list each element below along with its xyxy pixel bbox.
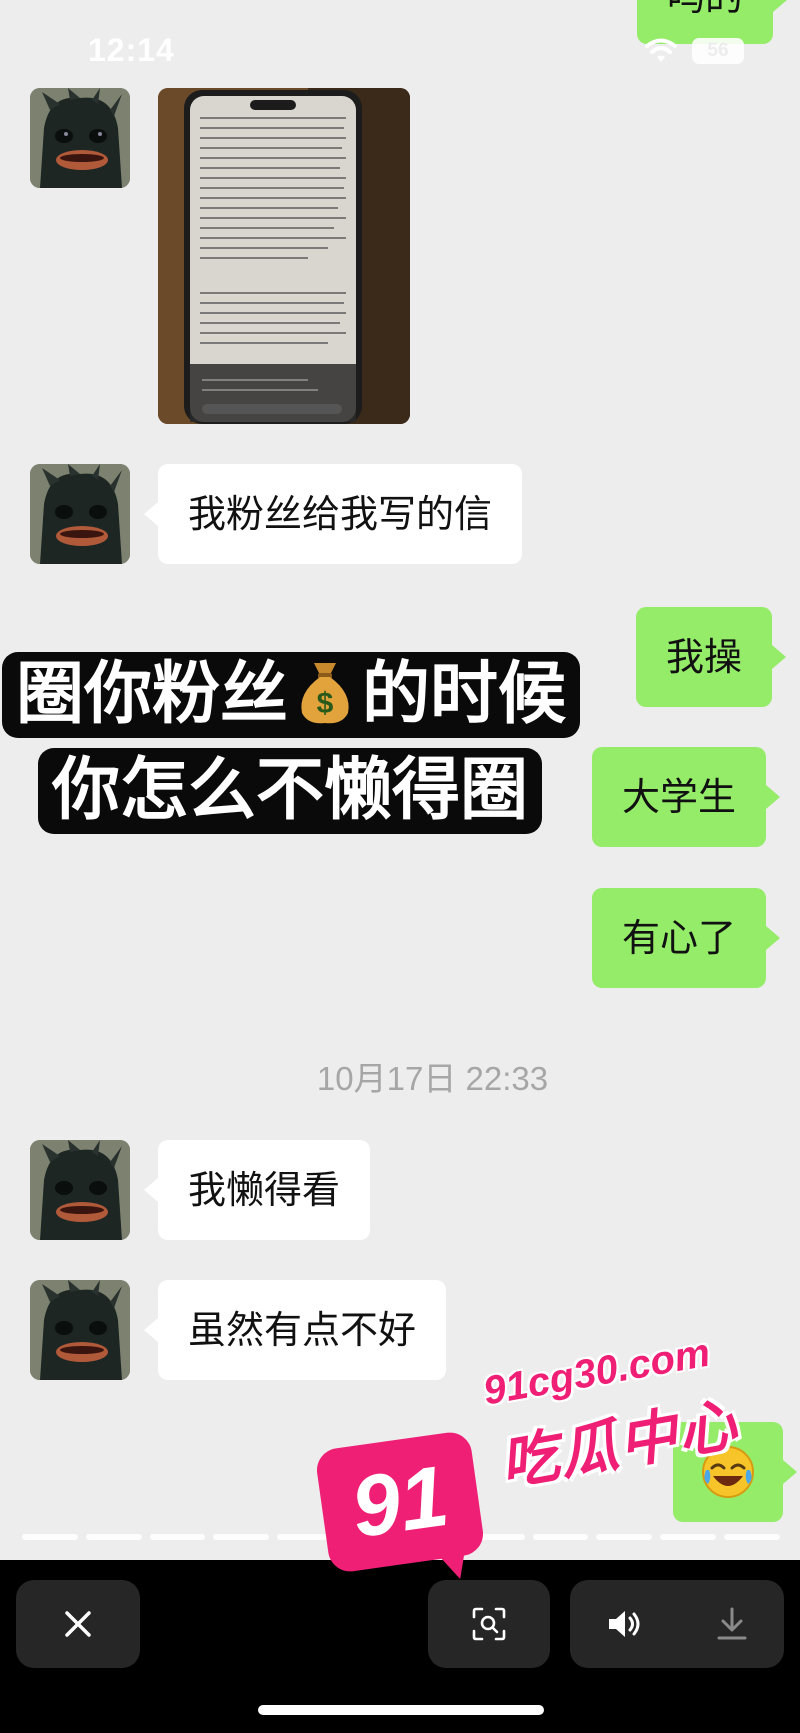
status-time: 12:14 <box>88 32 175 68</box>
chat-timestamp: 10月17日 22:33 <box>316 1060 549 1097</box>
download-icon[interactable] <box>715 1606 749 1642</box>
media-actions-group <box>570 1580 784 1668</box>
progress-segment <box>213 1534 270 1540</box>
outgoing-message[interactable]: 有心了 <box>592 888 781 988</box>
watermark-badge: 91 <box>314 1429 486 1575</box>
progress-segment <box>277 1534 334 1540</box>
scan-button[interactable] <box>428 1580 550 1668</box>
close-button[interactable] <box>16 1580 140 1668</box>
money-bag-icon: $ <box>301 663 349 724</box>
status-icons: 56 <box>644 38 744 64</box>
incoming-message[interactable]: 虽然有点不好 <box>143 1280 447 1380</box>
svg-text:$: $ <box>317 687 334 720</box>
wifi-icon <box>645 38 677 62</box>
progress-segment <box>660 1534 717 1540</box>
monster-avatar-icon <box>30 464 130 564</box>
caption-line-1: 圈你粉丝 $ 的时候 <box>2 652 581 738</box>
outgoing-message[interactable]: 我操 <box>636 607 787 707</box>
letter-photo[interactable] <box>158 88 410 424</box>
speaker-icon[interactable] <box>606 1608 644 1640</box>
battery-indicator: 56 <box>692 38 744 64</box>
progress-segment <box>85 1534 142 1540</box>
outgoing-message[interactable]: 大学生 <box>592 747 781 847</box>
avatar[interactable] <box>30 1280 130 1380</box>
progress-segment <box>596 1534 653 1540</box>
close-icon <box>65 1611 91 1637</box>
monster-avatar-icon <box>30 1140 130 1240</box>
progress-segment <box>22 1534 78 1540</box>
home-indicator[interactable] <box>258 1705 544 1715</box>
incoming-message[interactable]: 我粉丝给我写的信 <box>143 464 523 564</box>
avatar[interactable] <box>30 1140 130 1240</box>
avatar[interactable] <box>30 88 130 188</box>
monster-avatar-icon <box>30 1280 130 1380</box>
progress-segment <box>532 1534 589 1540</box>
monster-avatar-icon <box>30 88 130 188</box>
incoming-message[interactable]: 我懒得看 <box>143 1140 371 1240</box>
caption-line-2: 你怎么不懒得圈 <box>38 748 543 834</box>
avatar[interactable] <box>30 464 130 564</box>
progress-segment <box>149 1534 206 1540</box>
scan-icon <box>472 1607 506 1641</box>
handwritten-letter-photo-icon <box>158 88 410 424</box>
progress-segment <box>724 1534 780 1540</box>
